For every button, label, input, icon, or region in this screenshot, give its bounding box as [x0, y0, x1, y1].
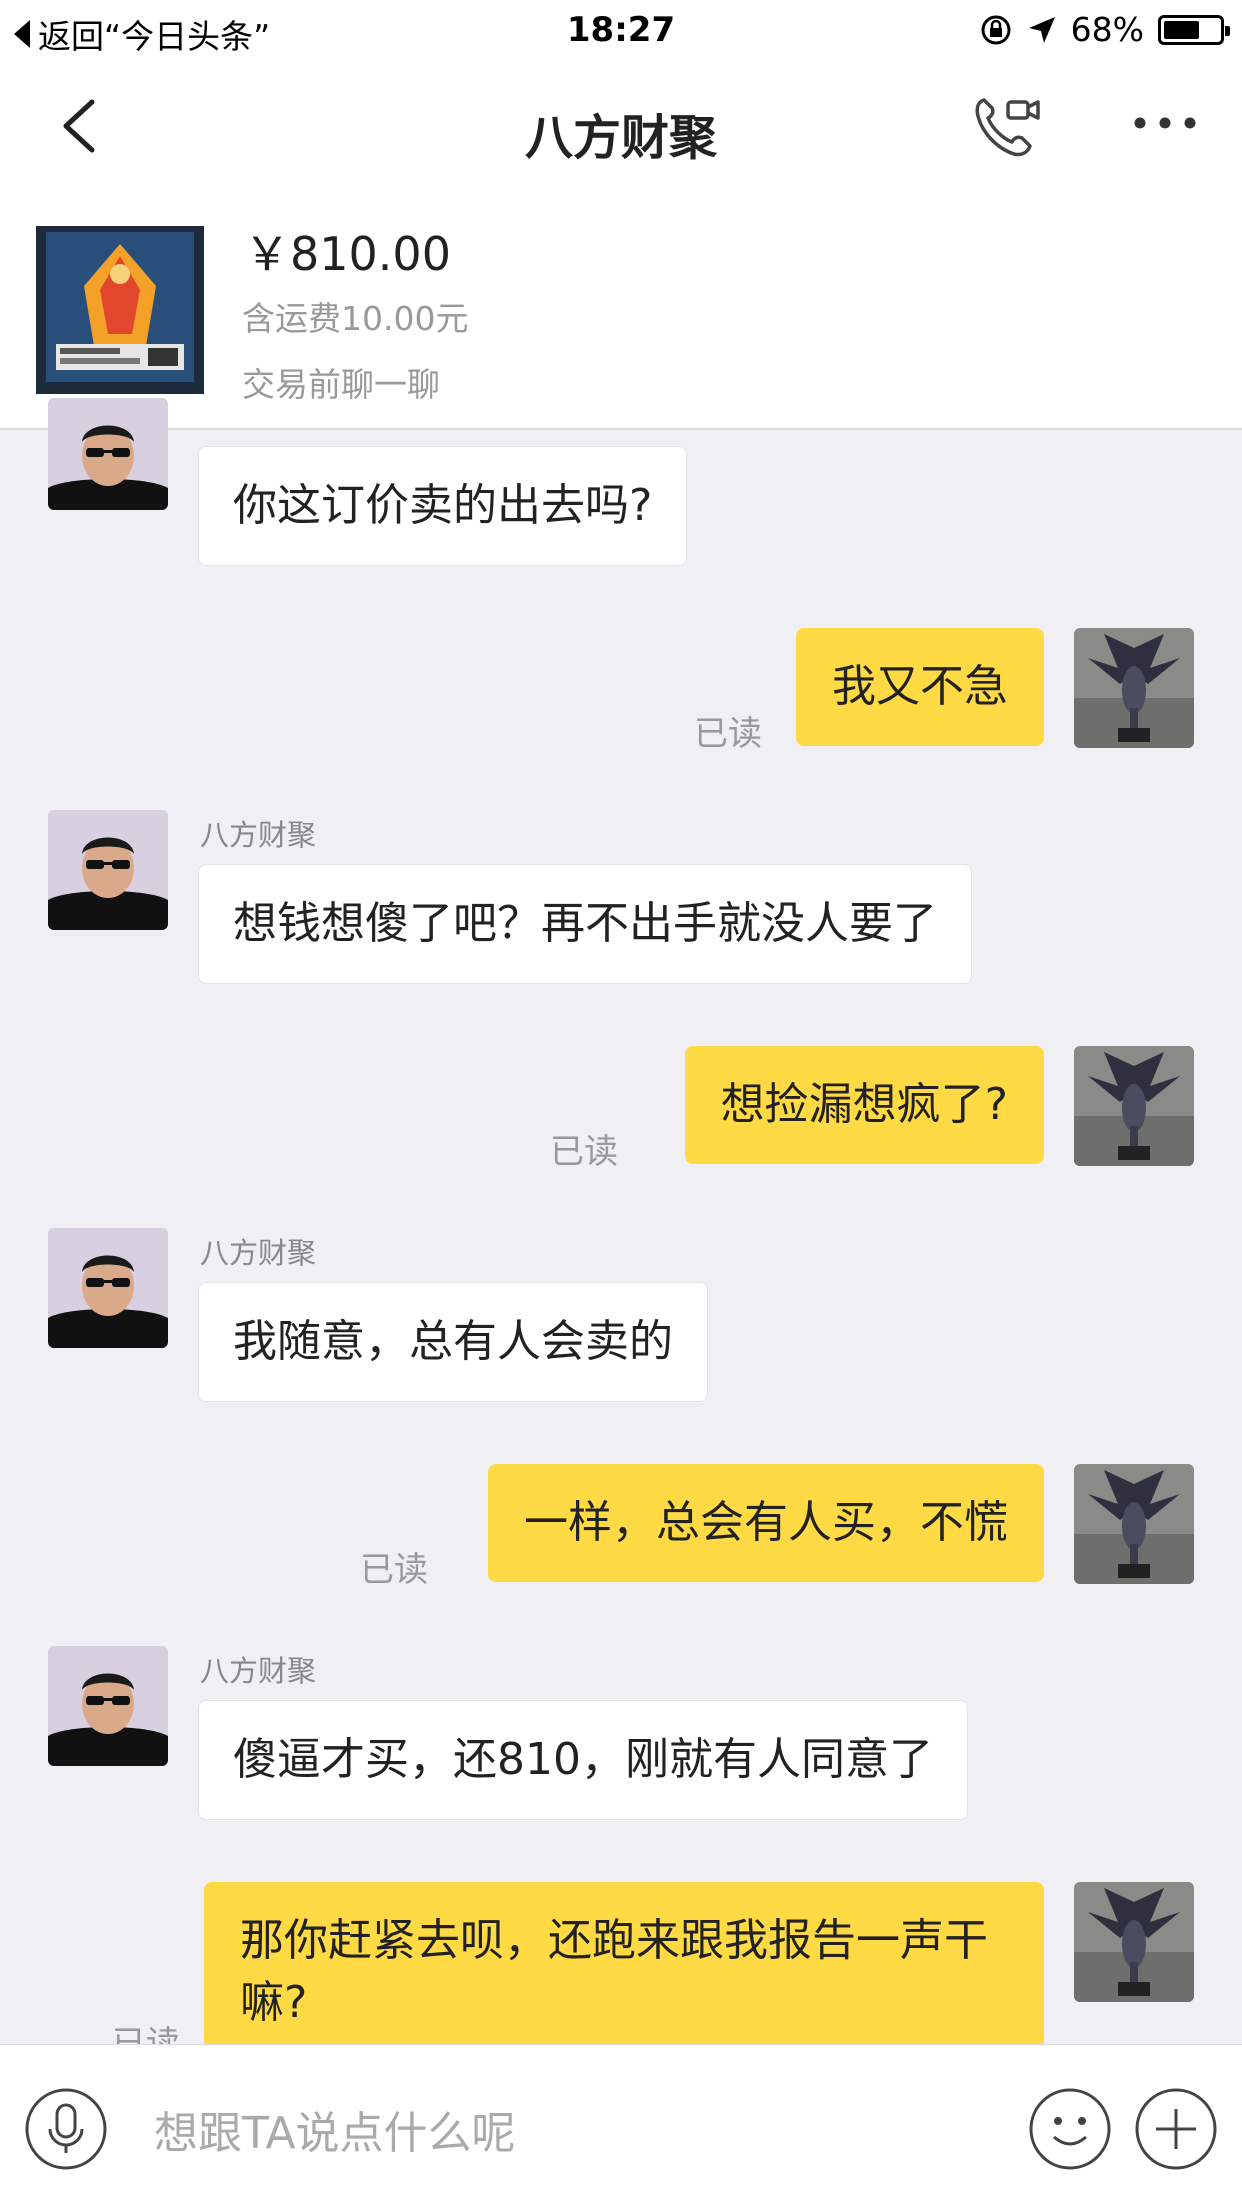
product-thumbnail[interactable] — [36, 226, 204, 394]
message-bubble-incoming[interactable]: 我随意，总有人会卖的 — [198, 1282, 708, 1402]
location-arrow-icon — [1028, 16, 1055, 43]
message-bubble-outgoing[interactable]: 我又不急 — [796, 628, 1044, 746]
self-avatar-image — [1074, 1464, 1194, 1584]
read-receipt: 已读 — [360, 1550, 428, 1590]
read-receipt: 已读 — [550, 1132, 618, 1172]
product-hint: 交易前聊一聊 — [242, 365, 440, 404]
message-bubble-incoming[interactable]: 你这订价卖的出去吗? — [198, 446, 688, 566]
product-shipping: 含运费10.00元 — [242, 299, 469, 338]
message-bubble-outgoing[interactable]: 想捡漏想疯了? — [684, 1046, 1044, 1164]
message-bubble-outgoing[interactable]: 一样，总会有人买，不慌 — [488, 1464, 1044, 1582]
message-bubble-incoming[interactable]: 傻逼才买，还810，刚就有人同意了 — [198, 1700, 968, 1820]
avatar-self[interactable] — [1074, 628, 1194, 748]
seller-avatar-image — [48, 1646, 168, 1766]
status-bar: 返回“今日头条” 18:27 68% — [0, 0, 1242, 60]
self-avatar-image — [1074, 1046, 1194, 1166]
input-bar: 想跟TA说点什么呢 — [0, 2044, 1242, 2208]
battery-icon — [1158, 14, 1230, 45]
read-receipt: 已读 — [694, 714, 762, 754]
sender-name: 八方财聚 — [200, 1654, 317, 1688]
nav-bar: 八方财聚 — [0, 60, 1242, 192]
sender-name: 八方财聚 — [200, 1236, 317, 1270]
sender-name: 八方财聚 — [200, 818, 317, 852]
page-title: 八方财聚 — [524, 110, 717, 166]
message-input[interactable]: 想跟TA说点什么呢 — [154, 2097, 516, 2161]
product-image — [36, 226, 204, 394]
emoji-icon[interactable] — [1028, 2087, 1112, 2171]
battery-fill — [1164, 20, 1199, 39]
avatar-seller[interactable] — [48, 810, 168, 930]
orientation-lock-icon — [981, 15, 1011, 44]
product-card[interactable]: ￥810.00 含运费10.00元 交易前聊一聊 — [0, 192, 1242, 430]
avatar-seller[interactable] — [48, 1228, 168, 1348]
self-avatar-image — [1074, 1882, 1194, 2002]
avatar-seller[interactable] — [48, 1646, 168, 1766]
seller-avatar-image — [48, 398, 168, 510]
self-avatar-image — [1074, 628, 1194, 748]
avatar-self[interactable] — [1074, 1046, 1194, 1166]
avatar-self[interactable] — [1074, 1882, 1194, 2002]
phone-video-icon[interactable] — [970, 90, 1042, 162]
more-icon[interactable] — [1130, 108, 1200, 138]
seller-avatar-image — [48, 1228, 168, 1348]
status-indicators: 68% — [979, 10, 1230, 49]
product-price: ￥810.00 — [244, 227, 451, 281]
avatar-seller[interactable] — [48, 398, 168, 510]
battery-percent: 68% — [1070, 10, 1144, 49]
message-bubble-incoming[interactable]: 想钱想傻了吧？再不出手就没人要了 — [198, 864, 972, 984]
microphone-icon[interactable] — [24, 2087, 108, 2171]
plus-icon[interactable] — [1134, 2087, 1218, 2171]
seller-avatar-image — [48, 810, 168, 930]
avatar-self[interactable] — [1074, 1464, 1194, 1584]
